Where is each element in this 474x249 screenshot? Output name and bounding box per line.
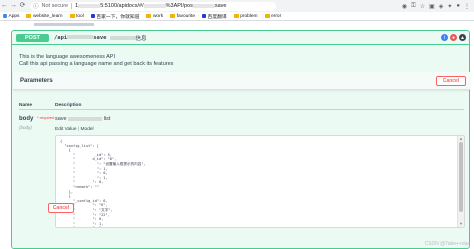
lock-icon[interactable]: ▲ — [459, 34, 466, 41]
column-name-header: Name — [19, 103, 33, 108]
puzzle-icon[interactable]: ✦ — [447, 3, 452, 10]
url-text: 1 5:5100/apidocs/#/%3API/pos save — [75, 3, 227, 9]
body-editor-code[interactable]: { "config_list": [ { " _id": 5, " d_id":… — [60, 139, 146, 227]
folder-icon — [26, 14, 32, 18]
bookmark-work[interactable]: work — [146, 14, 163, 19]
eye-icon[interactable]: ◉ — [402, 3, 407, 10]
account-icon[interactable]: ● — [456, 3, 460, 9]
security-warning: Not secure — [41, 3, 69, 9]
operation-summary-text: 信息 — [109, 34, 147, 42]
parameters-title: Parameters — [20, 78, 53, 84]
info-icon: ⓘ — [33, 4, 39, 10]
bookmark-problem[interactable]: problem — [233, 14, 258, 19]
previous-section-strip — [12, 21, 464, 30]
info-circle-icon[interactable]: i — [441, 34, 448, 41]
baidu-icon — [90, 14, 95, 18]
star-icon[interactable]: ☆ — [420, 3, 425, 10]
operation-icons: i ● ▲ — [441, 34, 466, 41]
record-icon[interactable]: ● — [450, 34, 457, 41]
folder-icon — [170, 14, 176, 18]
description-line: Call this api passing a language name an… — [19, 60, 174, 67]
param-name: body — [19, 116, 34, 122]
url-divider — [71, 3, 73, 9]
tab-model[interactable]: Model — [80, 127, 93, 132]
bookmark-apps[interactable]: Apps — [3, 14, 19, 19]
bookmarks-bar: Apps website_learn tool 百家一下，你就知道 work f… — [0, 12, 474, 21]
operation-block-post: POST /api save 信息 i ● ▲ This is the langu… — [11, 30, 470, 249]
extension-icon[interactable]: ▣ — [429, 3, 435, 10]
folder-icon — [264, 14, 270, 18]
operation-path: /api save — [54, 34, 107, 41]
cancel-button[interactable]: Cancel — [48, 203, 74, 213]
browser-toolbar: ◉ ⚿ ☆ ▣ ◈ ✦ ● ⋮ — [402, 3, 474, 10]
extension2-icon[interactable]: ◈ — [439, 3, 444, 10]
param-location: (body) — [19, 125, 32, 130]
folder-icon — [146, 14, 152, 18]
column-description-header: Description — [55, 103, 82, 108]
forward-icon[interactable]: → — [9, 0, 18, 12]
cancel-try-button[interactable]: Cancel — [436, 76, 466, 86]
bookmark-website-learn[interactable]: website_learn — [26, 14, 63, 19]
url-field[interactable]: ⓘ Not secure 1 5:5100/apidocs/#/%3API/pos… — [30, 1, 276, 11]
operation-description: This is the language awesomeness API Cal… — [19, 54, 173, 67]
body-editor[interactable]: { "config_list": [ { " _id": 5, " d_id":… — [55, 135, 465, 228]
operation-summary[interactable]: POST /api save 信息 i ● ▲ — [12, 31, 469, 45]
method-badge: POST — [16, 33, 49, 42]
parameters-header: Parameters Cancel — [13, 72, 470, 90]
apps-icon — [3, 14, 7, 18]
folder-icon — [233, 14, 239, 18]
bookmark-favourite[interactable]: favourite — [170, 14, 195, 19]
editor-scrollbar[interactable]: ▲ ▼ — [457, 136, 464, 227]
bookmark-tool[interactable]: tool — [69, 14, 84, 19]
translate-icon — [202, 14, 207, 18]
body-tabs: Edit Value | Model — [55, 127, 94, 132]
param-description: save list — [55, 116, 111, 122]
required-marker: * required — [37, 115, 55, 120]
folder-icon — [69, 14, 75, 18]
menu-icon[interactable]: ⋮ — [464, 3, 470, 10]
code-line: " ": 0 — [60, 226, 146, 227]
reload-icon[interactable]: ⟳ — [18, 0, 27, 12]
scroll-down-icon[interactable]: ▼ — [459, 222, 463, 226]
key-icon[interactable]: ⚿ — [411, 3, 416, 10]
header-divider — [19, 109, 464, 110]
scrollbar-thumb[interactable] — [459, 142, 463, 212]
bookmark-baidu-translate[interactable]: 百度翻译 — [202, 13, 227, 20]
bookmark-error[interactable]: error — [264, 14, 281, 19]
back-icon[interactable]: ← — [0, 0, 9, 12]
code-line: " ": "设置输入框提示的内容", — [60, 161, 146, 166]
tab-edit-value[interactable]: Edit Value — [55, 127, 77, 132]
browser-address-bar: ← → ⟳ ⓘ Not secure 1 5:5100/apidocs/#/%3A… — [0, 0, 474, 12]
scroll-up-icon[interactable]: ▲ — [459, 137, 463, 141]
tab-separator: | — [77, 127, 80, 132]
watermark: CSDN @Tabe++dax — [424, 241, 470, 247]
bookmark-baidu[interactable]: 百家一下，你就知道 — [90, 13, 139, 20]
